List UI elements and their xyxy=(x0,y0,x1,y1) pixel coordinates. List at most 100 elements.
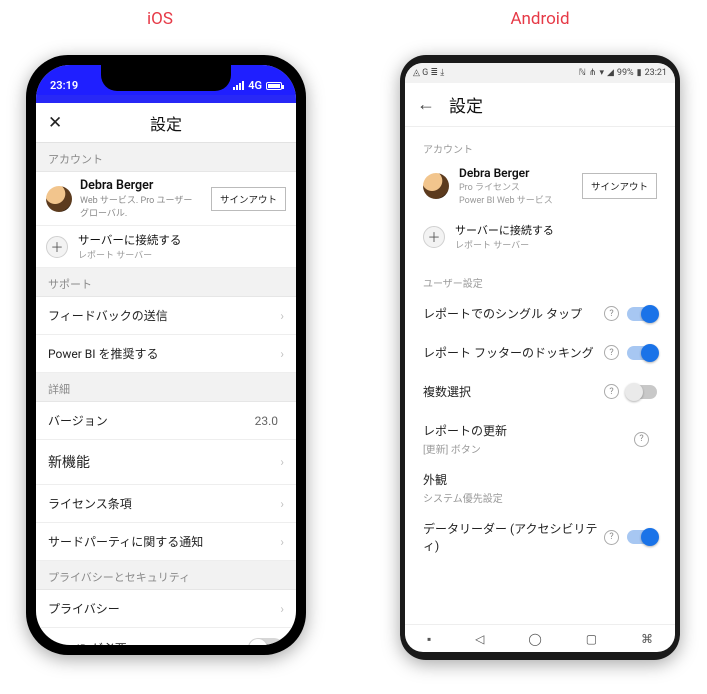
chevron-right-icon: › xyxy=(280,455,284,469)
help-icon[interactable]: ? xyxy=(604,384,619,399)
help-icon[interactable]: ? xyxy=(604,345,619,360)
row-label: レポート フッターのドッキング xyxy=(423,344,604,361)
connect-secondary: レポート サーバー xyxy=(455,238,554,251)
battery-pct: 99% xyxy=(617,68,634,78)
nfc-icon: ℕ xyxy=(579,68,586,78)
connect-server-row[interactable]: ＋ サーバーに接続する レポート サーバー xyxy=(36,226,296,268)
row-label: ライセンス条項 xyxy=(48,495,132,512)
nav-home-icon[interactable]: ◯ xyxy=(528,632,541,646)
android-nav-keys: ▪ ◁ ◯ ▢ ⌘ xyxy=(405,624,675,652)
page-title: 設定 xyxy=(449,92,483,117)
connect-primary: サーバーに接続する xyxy=(78,232,286,248)
row-label: 新機能 xyxy=(48,452,90,472)
section-privacy: プライバシーとセキュリティ xyxy=(36,561,296,590)
android-appbar: ← 設定 xyxy=(405,83,675,127)
connect-primary: サーバーに接続する xyxy=(455,222,554,238)
back-icon[interactable]: ← xyxy=(417,94,435,115)
chevron-right-icon: › xyxy=(280,347,284,361)
ios-network: 4G xyxy=(248,79,262,92)
chevron-right-icon: › xyxy=(280,497,284,511)
row-label: バージョン xyxy=(48,412,108,429)
help-icon[interactable]: ? xyxy=(604,306,619,321)
signal-icon xyxy=(233,81,244,90)
row-faceid[interactable]: Face ID が必要 xyxy=(36,628,296,645)
row-thirdparty[interactable]: サードパーティに関する通知 › xyxy=(36,523,296,561)
row-multi-select[interactable]: 複数選択 ? xyxy=(409,372,671,411)
connect-server-row[interactable]: ＋ サーバーに接続する レポート サーバー xyxy=(409,212,671,261)
nav-recent-icon[interactable]: ▢ xyxy=(586,632,597,646)
signal-icon: ◢ xyxy=(607,68,614,78)
row-whatsnew[interactable]: 新機能 › xyxy=(36,440,296,485)
row-version: バージョン 23.0 xyxy=(36,402,296,440)
close-icon[interactable]: ✕ xyxy=(48,113,62,133)
avatar xyxy=(423,173,449,199)
battery-icon xyxy=(266,82,282,90)
row-recommend[interactable]: Power BI を推奨する › xyxy=(36,335,296,373)
sign-out-button[interactable]: サインアウト xyxy=(582,173,657,199)
version-value: 23.0 xyxy=(255,414,278,428)
toggle-faceid[interactable] xyxy=(248,638,284,645)
help-icon[interactable]: ? xyxy=(604,530,619,545)
android-content[interactable]: アカウント Debra Berger Pro ライセンス Power BI We… xyxy=(405,127,675,624)
row-label: Face ID が必要 xyxy=(48,640,127,646)
row-appearance[interactable]: 外観 システム優先設定 xyxy=(409,467,671,509)
ios-accent-band xyxy=(36,95,296,103)
iphone-notch xyxy=(101,65,231,91)
user-row: Debra Berger Web サービス. Pro ユーザー グローバル. サ… xyxy=(36,172,296,226)
help-icon[interactable]: ? xyxy=(634,432,649,447)
ios-content[interactable]: アカウント Debra Berger Web サービス. Pro ユーザー グロ… xyxy=(36,143,296,645)
user-subtitle: Web サービス. Pro ユーザー グローバル. xyxy=(80,193,203,219)
nav-extra-icon[interactable]: ⌘ xyxy=(641,632,653,646)
iphone-screen: 23:19 4G ✕ 設定 アカウント Debra Berger Web サービ… xyxy=(36,65,296,645)
toggle-data-reader[interactable] xyxy=(627,530,657,544)
row-single-tap[interactable]: レポートでのシングル タップ ? xyxy=(409,294,671,333)
toggle-multi-select[interactable] xyxy=(627,385,657,399)
platform-label-android: Android xyxy=(490,9,590,29)
row-label: プライバシー xyxy=(48,600,120,617)
user-row: Debra Berger Pro ライセンス Power BI Web サービス… xyxy=(409,160,671,212)
row-privacy[interactable]: プライバシー › xyxy=(36,590,296,628)
row-sublabel: システム優先設定 xyxy=(423,490,657,505)
row-footer-dock[interactable]: レポート フッターのドッキング ? xyxy=(409,333,671,372)
row-label: レポートの更新 xyxy=(423,424,507,438)
user-license: Pro ライセンス xyxy=(459,180,572,193)
row-label: サードパーティに関する通知 xyxy=(48,533,203,550)
plus-icon: ＋ xyxy=(423,226,445,248)
row-feedback[interactable]: フィードバックの送信 › xyxy=(36,297,296,335)
row-sublabel: [更新] ボタン xyxy=(423,441,634,456)
nav-back-icon[interactable]: ◁ xyxy=(475,632,484,646)
section-support: サポート xyxy=(36,268,296,297)
row-data-reader[interactable]: データリーダー (アクセシビリティ) ? xyxy=(409,509,671,565)
plus-icon: ＋ xyxy=(46,236,68,258)
row-license[interactable]: ライセンス条項 › xyxy=(36,485,296,523)
row-refresh[interactable]: レポートの更新 [更新] ボタン ? xyxy=(409,411,671,467)
chevron-right-icon: › xyxy=(280,309,284,323)
row-label: Power BI を推奨する xyxy=(48,345,158,362)
android-status-time: 23:21 xyxy=(645,68,667,78)
toggle-footer-dock[interactable] xyxy=(627,346,657,360)
ios-navbar: ✕ 設定 xyxy=(36,103,296,143)
row-label: レポートでのシングル タップ xyxy=(423,305,604,322)
page-title: 設定 xyxy=(36,111,296,135)
nav-dot-icon[interactable]: ▪ xyxy=(427,632,431,646)
android-status-left: ◬ G ≣ ⤓ xyxy=(413,68,444,78)
section-details: 詳細 xyxy=(36,373,296,402)
toggle-single-tap[interactable] xyxy=(627,307,657,321)
android-status-bar: ◬ G ≣ ⤓ ℕ ⋔ ▾ ◢ 99% ▮ 23:21 xyxy=(405,63,675,83)
section-account: アカウント xyxy=(36,143,296,172)
chevron-right-icon: › xyxy=(280,535,284,549)
sign-out-button[interactable]: サインアウト xyxy=(211,187,286,211)
section-user-settings: ユーザー設定 xyxy=(409,261,671,294)
platform-label-ios: iOS xyxy=(125,9,195,29)
iphone-frame: 23:19 4G ✕ 設定 アカウント Debra Berger Web サービ… xyxy=(26,55,306,655)
user-name: Debra Berger xyxy=(459,166,572,180)
avatar xyxy=(46,186,72,212)
wifi-icon: ▾ xyxy=(599,68,604,78)
row-label: 複数選択 xyxy=(423,383,604,400)
row-label: データリーダー (アクセシビリティ) xyxy=(423,520,604,554)
battery-icon: ▮ xyxy=(637,68,642,78)
ios-status-time: 23:19 xyxy=(50,79,78,92)
connect-secondary: レポート サーバー xyxy=(78,248,286,261)
section-account: アカウント xyxy=(409,127,671,160)
user-service: Power BI Web サービス xyxy=(459,193,572,206)
